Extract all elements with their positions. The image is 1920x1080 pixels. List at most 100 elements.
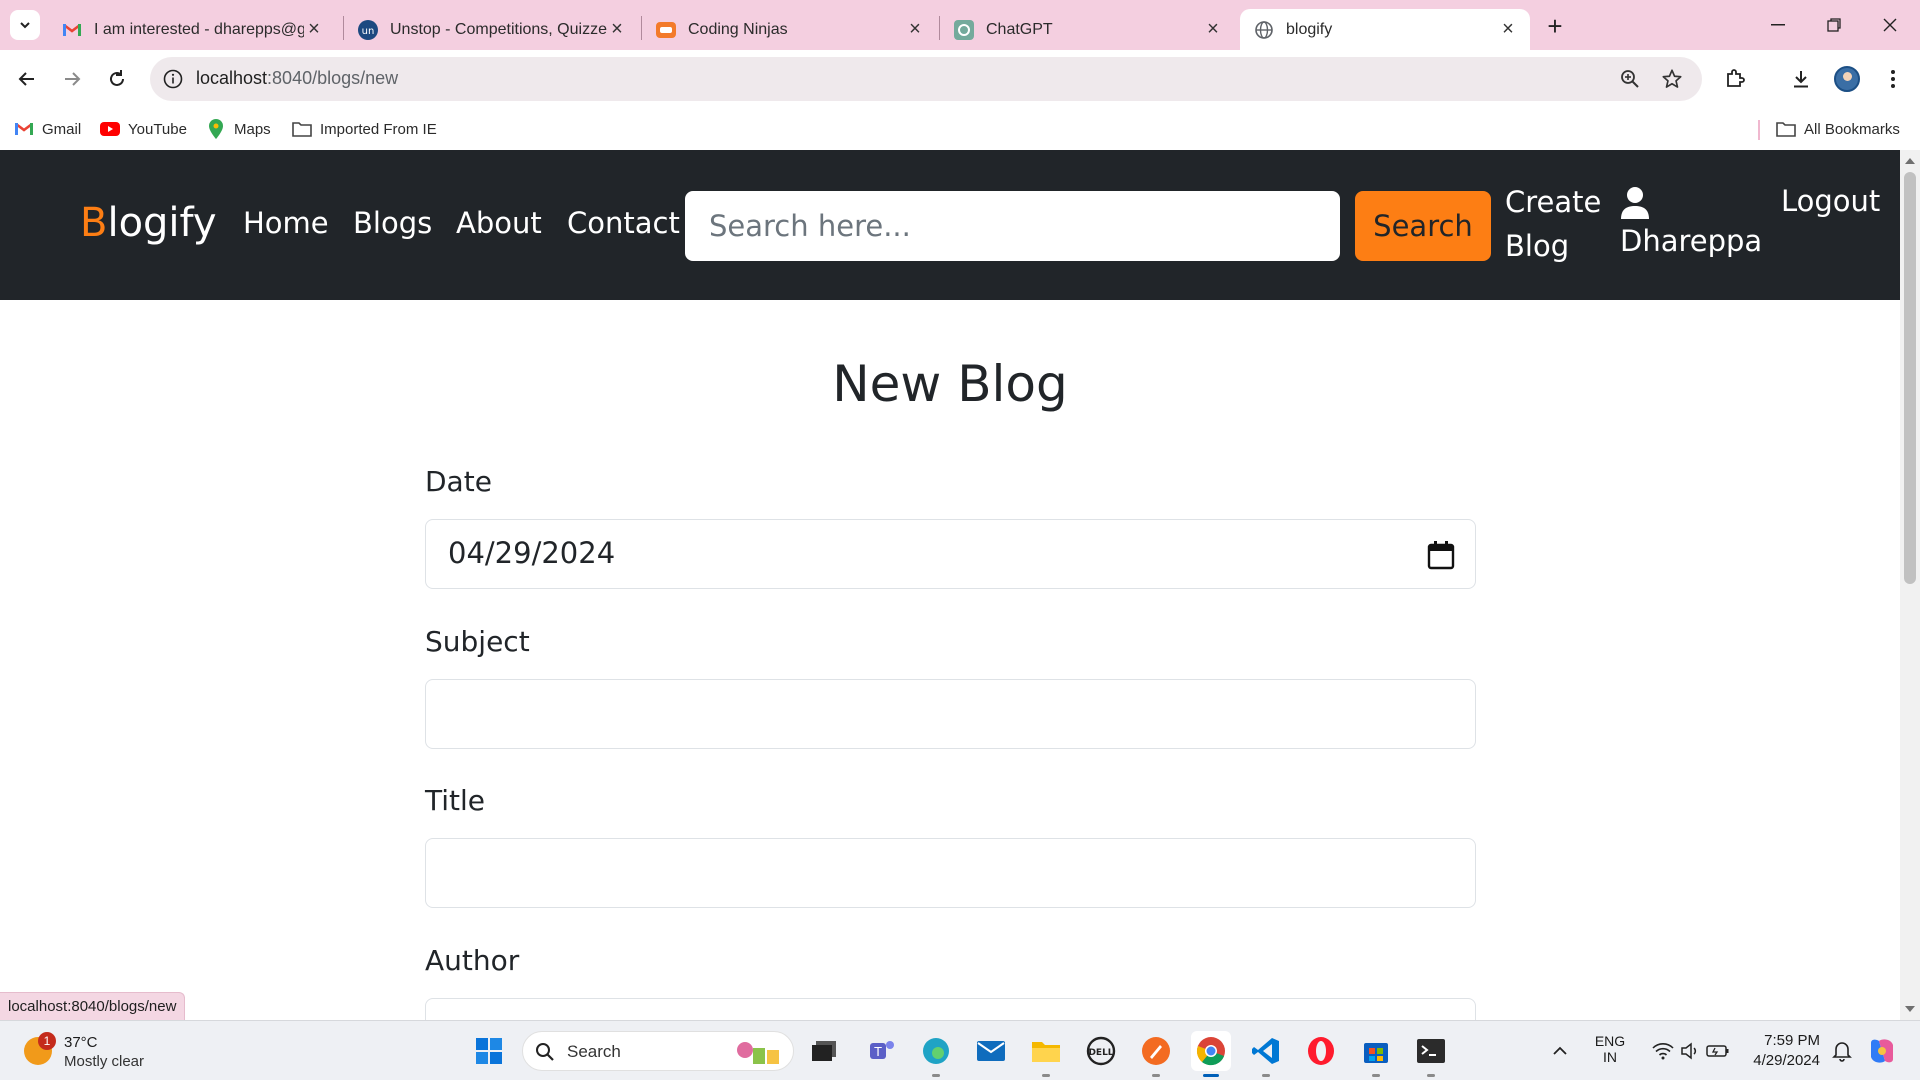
copilot-button[interactable] (1862, 1031, 1902, 1071)
avatar (1834, 66, 1860, 92)
opera-app[interactable] (1301, 1031, 1341, 1071)
tab-close-icon[interactable]: × (1203, 18, 1223, 40)
tray-overflow-button[interactable] (1540, 1031, 1580, 1071)
tab-search-button[interactable] (10, 10, 40, 40)
address-url[interactable]: localhost:8040/blogs/new (196, 68, 398, 89)
more-vertical-icon (1891, 70, 1895, 88)
search-button[interactable]: Search (1355, 191, 1491, 261)
calendar-icon[interactable] (1427, 540, 1455, 570)
menu-button[interactable] (1876, 62, 1910, 96)
subject-field[interactable] (425, 679, 1476, 749)
gmail-icon (14, 119, 34, 139)
date-label: Date (425, 465, 492, 498)
browser-tab-chatgpt[interactable]: ChatGPT × (940, 9, 1235, 50)
info-icon[interactable] (162, 68, 184, 90)
page-viewport: Blogify Home Blogs About Contact Search … (0, 150, 1920, 1020)
title-field[interactable] (425, 838, 1476, 908)
running-indicator (1042, 1074, 1050, 1077)
tab-close-icon[interactable]: × (304, 18, 324, 40)
browser-tab-unstop[interactable]: un Unstop - Competitions, Quizzes × (344, 9, 639, 50)
start-button[interactable] (469, 1031, 509, 1071)
mail-app[interactable] (971, 1031, 1011, 1071)
store-app[interactable] (1356, 1031, 1396, 1077)
browser-tab-coding-ninjas[interactable]: Coding Ninjas × (642, 9, 937, 50)
language-indicator[interactable]: ENG IN (1590, 1033, 1630, 1065)
nav-about[interactable]: About (456, 206, 542, 240)
tab-title: ChatGPT (986, 20, 1053, 38)
bookmark-gmail[interactable]: Gmail (14, 117, 81, 141)
create-blog-line2: Blog (1505, 229, 1570, 263)
task-view-button[interactable] (804, 1031, 844, 1071)
extensions-button[interactable] (1718, 62, 1752, 96)
nav-home[interactable]: Home (243, 206, 329, 240)
author-field[interactable] (425, 998, 1476, 1020)
nav-blogs[interactable]: Blogs (353, 206, 432, 240)
all-bookmarks-button[interactable]: All Bookmarks (1776, 117, 1900, 141)
chrome-app[interactable] (1191, 1031, 1231, 1077)
back-button[interactable] (10, 62, 44, 96)
tab-close-icon[interactable]: × (905, 18, 925, 40)
nav-contact[interactable]: Contact (567, 206, 680, 240)
browser-tab-gmail[interactable]: I am interested - dharepps@gmail.com × (48, 9, 336, 50)
folder-icon (1032, 1042, 1060, 1062)
forward-button[interactable] (55, 62, 89, 96)
restore-button[interactable] (1806, 0, 1862, 50)
scroll-thumb[interactable] (1904, 172, 1916, 584)
running-indicator (1262, 1074, 1270, 1077)
taskbar-search[interactable]: Search (522, 1031, 794, 1071)
taskbar-clock[interactable]: 7:59 PM 4/29/2024 (1720, 1031, 1820, 1071)
reload-button[interactable] (100, 62, 134, 96)
bookmark-folder-ie[interactable]: Imported From IE (292, 117, 437, 141)
vscode-app[interactable] (1246, 1031, 1286, 1077)
svg-text:T: T (873, 1045, 882, 1059)
bookmark-divider (1758, 120, 1760, 140)
clock-time: 7:59 PM (1764, 1032, 1820, 1049)
weather-desc: Mostly clear (64, 1053, 145, 1070)
terminal-icon (1417, 1039, 1445, 1063)
notifications-button[interactable] (1822, 1031, 1862, 1071)
zoom-icon[interactable] (1618, 67, 1642, 91)
minimize-button[interactable] (1750, 0, 1806, 50)
lang-line1: ENG (1594, 1033, 1626, 1049)
bookmark-star-icon[interactable] (1660, 67, 1684, 91)
close-window-button[interactable] (1862, 0, 1918, 50)
date-field[interactable]: 04/29/2024 (425, 519, 1476, 589)
user-icon[interactable] (1620, 186, 1650, 220)
edge-icon (923, 1038, 949, 1064)
weather-widget[interactable]: 1 37°C Mostly clear (20, 1031, 220, 1071)
chatgpt-icon (954, 19, 974, 40)
search-input[interactable] (685, 191, 1340, 261)
windows-logo-icon (476, 1038, 502, 1064)
running-indicator (932, 1074, 940, 1077)
store-icon (1364, 1043, 1388, 1063)
bookmark-maps[interactable]: Maps (206, 117, 271, 141)
all-bookmarks-label: All Bookmarks (1804, 120, 1900, 138)
new-tab-button[interactable]: + (1541, 11, 1569, 41)
downloads-button[interactable] (1784, 62, 1818, 96)
search-highlight-icon (737, 1042, 779, 1064)
file-explorer-app[interactable] (1026, 1031, 1066, 1077)
nav-logout[interactable]: Logout (1781, 184, 1880, 218)
address-bar[interactable]: localhost:8040/blogs/new (150, 57, 1702, 101)
page-scrollbar[interactable] (1900, 150, 1920, 1020)
chrome-icon (1196, 1037, 1225, 1066)
edge-app[interactable] (916, 1031, 956, 1077)
teams-app[interactable]: T (862, 1031, 902, 1071)
tab-title: Unstop - Competitions, Quizzes (390, 20, 607, 38)
pen-app[interactable] (1136, 1031, 1176, 1077)
tab-close-icon[interactable]: × (607, 18, 627, 40)
dell-app[interactable]: DELL (1081, 1031, 1121, 1071)
nav-create-blog[interactable]: Create Blog (1505, 180, 1605, 268)
tab-close-icon[interactable]: × (1498, 18, 1518, 40)
profile-button[interactable] (1830, 62, 1864, 96)
terminal-app[interactable] (1411, 1031, 1451, 1077)
user-name-link[interactable]: Dhareppa (1620, 224, 1762, 258)
browser-tab-blogify[interactable]: blogify × (1240, 9, 1530, 50)
brand-logo[interactable]: Blogify (80, 200, 217, 246)
subject-label: Subject (425, 625, 530, 658)
scroll-up-arrow[interactable] (1905, 158, 1915, 164)
scroll-down-arrow[interactable] (1905, 1006, 1915, 1012)
task-view-icon (812, 1041, 836, 1061)
maps-pin-icon (206, 119, 226, 139)
bookmark-youtube[interactable]: YouTube (100, 117, 187, 141)
